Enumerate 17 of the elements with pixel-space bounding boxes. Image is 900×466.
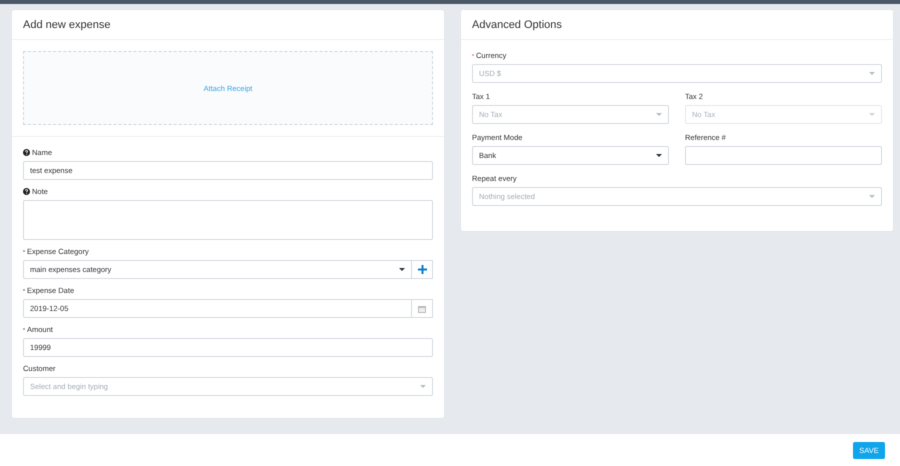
- help-icon: [23, 188, 30, 194]
- caret-icon: [656, 113, 662, 116]
- calendar-button[interactable]: [412, 299, 433, 318]
- caret-icon: [869, 113, 875, 116]
- caret-icon: [420, 385, 426, 388]
- card-title: Add new expense: [23, 18, 110, 30]
- note-field[interactable]: [23, 200, 433, 240]
- add-category-button[interactable]: [412, 260, 433, 279]
- caret-icon: [656, 154, 662, 157]
- caret-icon: [869, 195, 875, 198]
- caret-icon: [869, 72, 875, 75]
- plus-icon: [418, 265, 426, 274]
- card-title: Advanced Options: [472, 18, 562, 30]
- help-icon: [23, 148, 30, 156]
- input-field[interactable]: [685, 146, 882, 165]
- calendar-icon: [418, 304, 426, 312]
- caret-icon: [399, 268, 405, 271]
